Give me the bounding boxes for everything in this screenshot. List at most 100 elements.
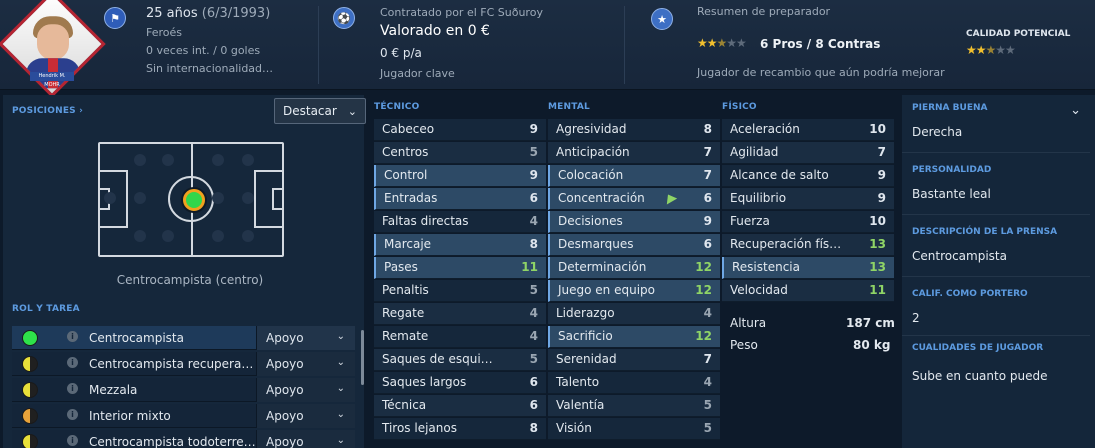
duty-select[interactable]: Apoyo ⌄ xyxy=(256,352,355,376)
attribute-row[interactable]: Velocidad 11 xyxy=(722,280,894,302)
attribute-name: Regate xyxy=(382,306,425,320)
duty-select[interactable]: Apoyo ⌄ xyxy=(256,404,355,428)
attribute-row[interactable]: Visión 5 xyxy=(548,418,720,440)
attribute-row[interactable]: Decisiones 9 xyxy=(548,211,720,233)
duty-select[interactable]: Apoyo ⌄ xyxy=(256,326,355,350)
attribute-row[interactable]: Determinación 12 xyxy=(548,257,720,279)
attribute-row[interactable]: Colocación 7 xyxy=(548,165,720,187)
attribute-row[interactable]: Alcance de salto 9 xyxy=(722,165,894,187)
duty-select[interactable]: Apoyo ⌄ xyxy=(256,430,355,448)
attribute-name: Marcaje xyxy=(384,237,432,251)
attribute-row[interactable]: Regate 4 xyxy=(374,303,546,325)
attribute-row[interactable]: Sacrificio 12 xyxy=(548,326,720,348)
role-row[interactable]: i Centrocampista Apoyo ⌄ xyxy=(12,326,355,350)
role-suitability-icon xyxy=(22,408,38,424)
attribute-name: Sacrificio xyxy=(558,329,613,343)
preferred-foot-value: Derecha xyxy=(912,125,963,139)
attribute-row[interactable]: Saques largos 6 xyxy=(374,372,546,394)
roles-scrollbar[interactable] xyxy=(361,330,364,385)
info-icon[interactable]: i xyxy=(67,331,78,342)
attribute-value: 10 xyxy=(869,214,886,228)
technical-title: TÉCNICO xyxy=(374,102,420,112)
attribute-row[interactable]: Recuperación fís… 13 xyxy=(722,234,894,256)
attribute-row[interactable]: Resistencia 13 xyxy=(722,257,894,279)
attribute-name: Desmarques xyxy=(558,237,634,251)
attribute-value: 5 xyxy=(703,398,712,412)
role-row[interactable]: i Centrocampista recupera… Apoyo ⌄ xyxy=(12,352,355,376)
player-trait-item[interactable]: Sube en cuanto puede xyxy=(912,369,1047,383)
role-row[interactable]: i Centrocampista todoterre… Apoyo ⌄ xyxy=(12,430,355,448)
attribute-row[interactable]: Desmarques 6 xyxy=(548,234,720,256)
attribute-row[interactable]: Anticipación 7 xyxy=(548,142,720,164)
attribute-row[interactable]: Faltas directas 4 xyxy=(374,211,546,233)
attribute-row[interactable]: Concentración 6 xyxy=(548,188,720,210)
attribute-row[interactable]: Fuerza 10 xyxy=(722,211,894,233)
attribute-name: Fuerza xyxy=(730,214,770,228)
positions-title[interactable]: POSICIONES › xyxy=(12,106,83,116)
attribute-name: Serenidad xyxy=(556,352,617,366)
attribute-row[interactable]: Remate 4 xyxy=(374,326,546,348)
mental-title: MENTAL xyxy=(548,102,590,112)
attribute-name: Decisiones xyxy=(558,214,623,228)
trend-up-icon xyxy=(662,191,678,205)
attribute-row[interactable]: Juego en equipo 12 xyxy=(548,280,720,302)
attribute-row[interactable]: Entradas 6 xyxy=(374,188,546,210)
attribute-row[interactable]: Aceleración 10 xyxy=(722,119,894,141)
role-row[interactable]: i Mezzala Apoyo ⌄ xyxy=(12,378,355,402)
attribute-row[interactable]: Agilidad 7 xyxy=(722,142,894,164)
attribute-value: 13 xyxy=(869,260,886,274)
attribute-value: 6 xyxy=(529,375,538,389)
divider xyxy=(902,152,1090,153)
attribute-row[interactable]: Marcaje 8 xyxy=(374,234,546,256)
pros-cons[interactable]: 6 Pros / 8 Contras xyxy=(760,37,880,51)
weight-label: Peso xyxy=(730,338,758,352)
attribute-row[interactable]: Control 9 xyxy=(374,165,546,187)
attribute-row[interactable]: Cabeceo 9 xyxy=(374,119,546,141)
info-icon[interactable]: i xyxy=(67,357,78,368)
chevron-down-icon: ⌄ xyxy=(336,409,345,420)
goalkeeper-rating-title: CALIF. COMO PORTERO xyxy=(912,289,1028,299)
attribute-row[interactable]: Tiros lejanos 8 xyxy=(374,418,546,440)
attribute-value: 6 xyxy=(703,191,712,205)
club-crest-icon: ⚽ xyxy=(333,7,355,29)
role-row[interactable]: i Interior mixto Apoyo ⌄ xyxy=(12,404,355,428)
press-description-title: DESCRIPCIÓN DE LA PRENSA xyxy=(912,227,1058,237)
info-icon[interactable]: i xyxy=(67,435,78,446)
attribute-row[interactable]: Penaltis 5 xyxy=(374,280,546,302)
info-icon[interactable]: i xyxy=(67,409,78,420)
physical-title: FÍSICO xyxy=(722,102,757,112)
coach-report-title: Resumen de preparador xyxy=(697,5,831,18)
attribute-row[interactable]: Saques de esqui… 5 xyxy=(374,349,546,371)
duty-select[interactable]: Apoyo ⌄ xyxy=(256,378,355,402)
role-suitability-icon xyxy=(22,382,38,398)
attribute-row[interactable]: Centros 5 xyxy=(374,142,546,164)
attribute-name: Control xyxy=(384,168,428,182)
attribute-name: Saques de esqui… xyxy=(382,352,493,366)
chevron-down-icon[interactable]: ⌄ xyxy=(1070,103,1081,118)
role-suitability-icon xyxy=(22,356,38,372)
attribute-row[interactable]: Técnica 6 xyxy=(374,395,546,417)
header-separator xyxy=(624,6,625,84)
contract-club[interactable]: Contratado por el FC Suðuroy xyxy=(380,6,543,19)
star-badge-icon: ★ xyxy=(651,8,673,30)
attribute-value: 4 xyxy=(529,329,538,343)
attribute-row[interactable]: Equilibrio 9 xyxy=(722,188,894,210)
attribute-row[interactable]: Pases 11 xyxy=(374,257,546,279)
attribute-row[interactable]: Agresividad 8 xyxy=(548,119,720,141)
attribute-row[interactable]: Valentía 5 xyxy=(548,395,720,417)
attribute-name: Entradas xyxy=(384,191,438,205)
attribute-name: Tiros lejanos xyxy=(382,421,457,435)
attribute-value: 11 xyxy=(521,260,538,274)
attribute-row[interactable]: Liderazgo 4 xyxy=(548,303,720,325)
international-status[interactable]: Sin internacionalidad… xyxy=(146,62,273,75)
attribute-value: 9 xyxy=(877,191,886,205)
info-icon[interactable]: i xyxy=(67,383,78,394)
attribute-name: Determinación xyxy=(558,260,647,274)
attribute-value: 5 xyxy=(529,352,538,366)
attribute-value: 12 xyxy=(695,260,712,274)
attribute-row[interactable]: Serenidad 7 xyxy=(548,349,720,371)
highlight-dropdown[interactable]: Destacar ⌄ xyxy=(274,98,366,124)
chevron-down-icon: ⌄ xyxy=(336,357,345,368)
attribute-row[interactable]: Talento 4 xyxy=(548,372,720,394)
attribute-name: Velocidad xyxy=(730,283,788,297)
